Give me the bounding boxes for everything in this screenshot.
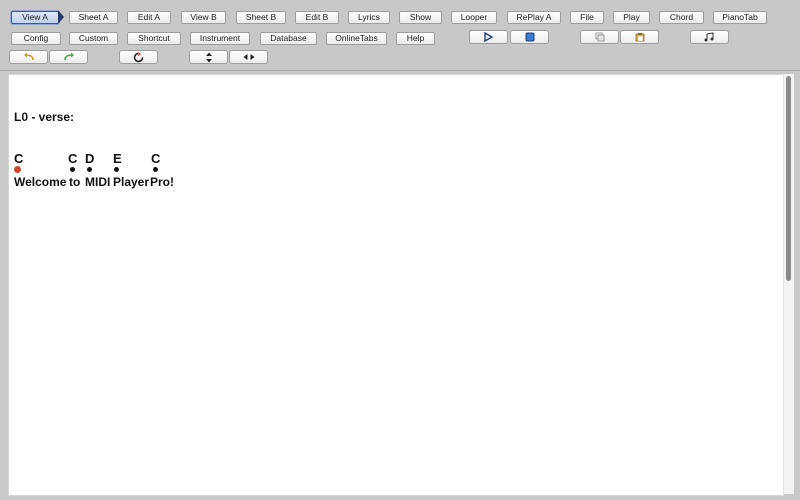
scrollbar-thumb[interactable] <box>786 76 791 281</box>
chord-label: C <box>151 151 161 166</box>
music-notes-icon <box>704 32 713 42</box>
lyric-word: Player <box>113 175 150 189</box>
tab-config[interactable]: Config <box>11 32 61 45</box>
tab-replay-a[interactable]: RePlay A <box>507 11 561 24</box>
beat-marker <box>70 167 75 172</box>
toolbar: View A Sheet A Edit A View B Sheet B Edi… <box>0 0 800 71</box>
tab-pianotab[interactable]: PianoTab <box>713 11 767 24</box>
tab-play[interactable]: Play <box>613 11 650 24</box>
chord-label: C <box>14 151 24 166</box>
current-position-marker <box>14 166 21 173</box>
chord-label: C <box>68 151 78 166</box>
stop-button[interactable] <box>510 30 549 44</box>
tab-edit-b[interactable]: Edit B <box>295 11 339 24</box>
chord-label: D <box>85 151 95 166</box>
tab-instrument[interactable]: Instrument <box>190 32 250 45</box>
redo-button[interactable] <box>49 50 88 64</box>
tab-custom[interactable]: Custom <box>69 32 118 45</box>
rewind-button[interactable] <box>119 50 158 64</box>
tab-onlinetabs[interactable]: OnlineTabs <box>326 32 387 45</box>
song-sheet: L0 - verse: C C D E C Welcome to MIDI Pl… <box>8 74 784 496</box>
beat-marker <box>87 167 92 172</box>
tab-help[interactable]: Help <box>396 32 435 45</box>
redo-icon <box>63 52 74 61</box>
play-button[interactable] <box>469 30 508 44</box>
paste-icon <box>635 33 644 42</box>
vertical-scrollbar[interactable] <box>783 74 794 494</box>
tab-file[interactable]: File <box>570 11 604 24</box>
lyric-word: to <box>69 175 81 189</box>
horizontal-arrows-icon <box>243 54 254 60</box>
tab-view-a[interactable]: View A <box>11 11 59 24</box>
undo-icon <box>23 52 34 61</box>
tab-chord[interactable]: Chord <box>659 11 704 24</box>
paste-button[interactable] <box>620 30 659 44</box>
music-notes-button[interactable] <box>690 30 729 44</box>
tab-database[interactable]: Database <box>260 32 317 45</box>
lyric-word: Welcome <box>14 175 67 189</box>
tab-edit-a[interactable]: Edit A <box>127 11 171 24</box>
rewind-icon <box>133 51 143 62</box>
copy-button[interactable] <box>580 30 619 44</box>
tab-lyrics[interactable]: Lyrics <box>348 11 390 24</box>
tab-view-b[interactable]: View B <box>181 11 226 24</box>
play-icon <box>484 32 493 42</box>
tab-sheet-a[interactable]: Sheet A <box>69 11 118 24</box>
tab-shortcut[interactable]: Shortcut <box>127 32 181 45</box>
active-tab-arrow-icon <box>58 10 64 24</box>
tab-looper[interactable]: Looper <box>451 11 497 24</box>
beat-marker <box>114 167 119 172</box>
vertical-arrows-button[interactable] <box>189 50 228 64</box>
stop-icon <box>525 32 534 42</box>
tab-sheet-b[interactable]: Sheet B <box>236 11 286 24</box>
tab-show[interactable]: Show <box>399 11 442 24</box>
vertical-arrows-icon <box>205 52 212 62</box>
lyric-word: Pro! <box>150 175 174 189</box>
section-label: L0 - verse: <box>14 110 75 124</box>
lyric-word: MIDI <box>85 175 111 189</box>
copy-icon <box>595 32 604 42</box>
undo-button[interactable] <box>9 50 48 64</box>
chord-label: E <box>113 151 122 166</box>
horizontal-arrows-button[interactable] <box>229 50 268 64</box>
beat-marker <box>153 167 158 172</box>
